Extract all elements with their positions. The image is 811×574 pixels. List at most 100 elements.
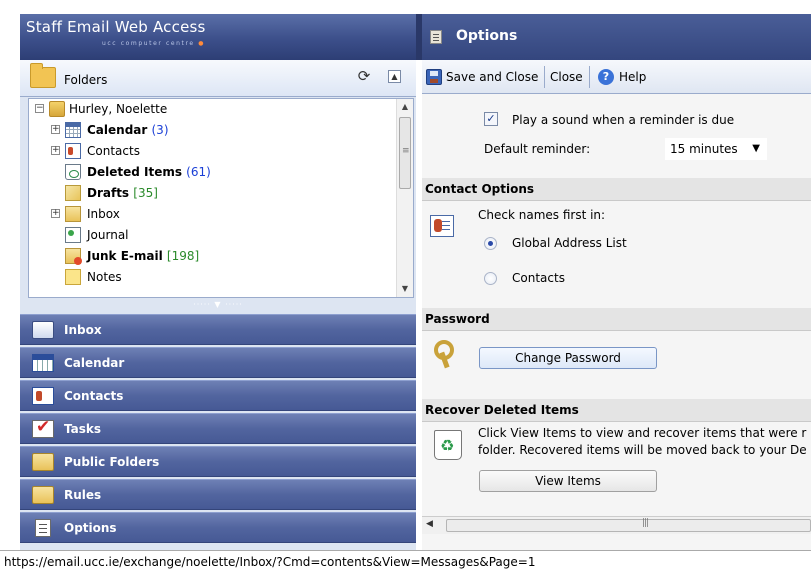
horizontal-scrollbar[interactable]: ◀ <box>422 516 811 534</box>
nav-inbox[interactable]: Inbox <box>20 314 416 345</box>
rules-icon <box>32 486 54 504</box>
toolbar-separator <box>544 66 545 88</box>
tree-item-label: Contacts <box>87 144 140 158</box>
folder-tree: − Hurley, Noelette + Calendar (3) + Cont… <box>28 98 414 298</box>
scroll-thumb[interactable] <box>446 518 811 532</box>
section-divider <box>422 330 811 331</box>
close-button[interactable]: Close <box>547 68 586 86</box>
password-header: Password <box>422 308 811 330</box>
global-address-list-label: Global Address List <box>512 236 627 250</box>
tree-item-label: Hurley, Noelette <box>69 102 168 116</box>
default-reminder-value: 15 minutes <box>670 142 738 156</box>
header: Staff Email Web Access ucc computer cent… <box>0 0 811 60</box>
options-toolbar: Save and Close Close ? Help <box>422 60 811 94</box>
junk-email-icon <box>65 248 82 265</box>
nav-label: Calendar <box>64 356 125 370</box>
reminder-sound-checkbox[interactable]: ✓ <box>484 112 498 126</box>
scroll-left-icon[interactable]: ◀ <box>426 519 433 529</box>
reminder-sound-label: Play a sound when a reminder is due <box>512 113 735 127</box>
recover-deleted-items-header: Recover Deleted Items <box>422 399 811 421</box>
view-items-button[interactable]: View Items <box>479 470 657 492</box>
contacts-icon <box>65 143 81 159</box>
calendar-icon <box>32 354 54 372</box>
folders-label: Folders <box>64 73 108 87</box>
folder-icon <box>30 63 56 88</box>
change-password-button[interactable]: Change Password <box>479 347 657 369</box>
scroll-up-icon[interactable]: ▲ <box>397 99 413 115</box>
expand-toggle[interactable]: + <box>51 125 60 134</box>
options-pane: Save and Close Close ? Help ✓ Play a sou… <box>422 60 811 574</box>
recycle-bin-icon <box>434 430 462 460</box>
nav-contacts[interactable]: Contacts <box>20 380 416 411</box>
nav-label: Options <box>64 521 117 535</box>
inbox-folder-icon <box>65 206 81 222</box>
app-title: Staff Email Web Access <box>26 18 206 36</box>
toolbar-separator <box>589 66 590 88</box>
scroll-thumb[interactable] <box>399 117 411 189</box>
help-icon[interactable]: ? <box>598 69 614 85</box>
refresh-icon[interactable]: ⟳ <box>356 68 372 84</box>
splitter-grip[interactable]: ····· ▼ ····· <box>20 300 416 312</box>
tree-item-label: Journal <box>87 228 129 242</box>
left-pane: Folders ⟳ ▲ − Hurley, Noelette + Calenda… <box>20 60 416 574</box>
status-url: https://email.ucc.ie/exchange/noelette/I… <box>4 555 536 569</box>
section-divider <box>422 421 811 422</box>
keys-icon <box>430 338 460 370</box>
tree-scrollbar[interactable]: ▲ ▼ <box>396 99 413 297</box>
tree-item-label: Calendar (3) <box>87 123 169 137</box>
options-icon <box>430 30 442 44</box>
drafts-icon <box>65 185 81 201</box>
radio-global-address-list[interactable] <box>484 237 497 250</box>
nav-tasks[interactable]: Tasks <box>20 413 416 444</box>
save-and-close-button[interactable]: Save and Close <box>443 68 541 86</box>
default-reminder-select[interactable]: 15 minutes ▼ <box>665 138 767 160</box>
inbox-icon <box>32 321 54 339</box>
check-names-label: Check names first in: <box>478 208 606 222</box>
help-button[interactable]: Help <box>616 68 649 86</box>
default-reminder-label: Default reminder: <box>484 142 591 156</box>
nav-calendar[interactable]: Calendar <box>20 347 416 378</box>
contacts-radio-label: Contacts <box>512 271 565 285</box>
folders-header: Folders ⟳ ▲ <box>20 60 416 97</box>
app-subtitle: ucc computer centre ● <box>102 40 206 47</box>
contact-card-icon <box>430 215 454 237</box>
deleted-items-icon <box>65 164 81 180</box>
nav-label: Tasks <box>64 422 102 436</box>
app-banner: Staff Email Web Access ucc computer cent… <box>20 14 416 60</box>
section-divider <box>422 200 811 201</box>
recover-description-line2: folder. Recovered items will be moved ba… <box>478 443 807 457</box>
expand-toggle[interactable]: + <box>51 146 60 155</box>
tree-item-label: Junk E-mail [198] <box>87 249 200 263</box>
tree-item-label: Inbox <box>87 207 120 221</box>
nav-public-folders[interactable]: Public Folders <box>20 446 416 477</box>
options-content: ✓ Play a sound when a reminder is due De… <box>422 95 811 516</box>
radio-contacts[interactable] <box>484 272 497 285</box>
nav-label: Public Folders <box>64 455 160 469</box>
scroll-down-icon[interactable]: ▼ <box>397 281 413 297</box>
journal-icon <box>65 227 81 243</box>
nav-options[interactable]: Options <box>20 512 416 543</box>
tree-item-label: Deleted Items (61) <box>87 165 211 179</box>
calendar-icon <box>65 122 81 138</box>
nav-label: Rules <box>64 488 102 502</box>
tree-item-label: Drafts [35] <box>87 186 158 200</box>
expand-toggle[interactable]: + <box>51 209 60 218</box>
save-icon <box>426 69 442 85</box>
nav-label: Contacts <box>64 389 124 403</box>
contact-options-header: Contact Options <box>422 178 811 200</box>
nav-label: Inbox <box>64 323 102 337</box>
chevron-down-icon: ▼ <box>752 143 760 154</box>
recover-description-line1: Click View Items to view and recover ite… <box>478 426 807 440</box>
mailbox-icon <box>49 101 65 117</box>
tasks-icon <box>32 417 54 438</box>
collapse-icon[interactable]: ▲ <box>388 70 401 83</box>
notes-icon <box>65 269 81 285</box>
status-bar: https://email.ucc.ie/exchange/noelette/I… <box>0 550 811 574</box>
options-header: Options <box>422 14 811 60</box>
nav-rules[interactable]: Rules <box>20 479 416 510</box>
options-title: Options <box>456 28 518 44</box>
public-folders-icon <box>32 453 54 471</box>
tree-item-label: Notes <box>87 270 122 284</box>
contacts-icon <box>32 387 54 405</box>
collapse-toggle[interactable]: − <box>35 104 44 113</box>
